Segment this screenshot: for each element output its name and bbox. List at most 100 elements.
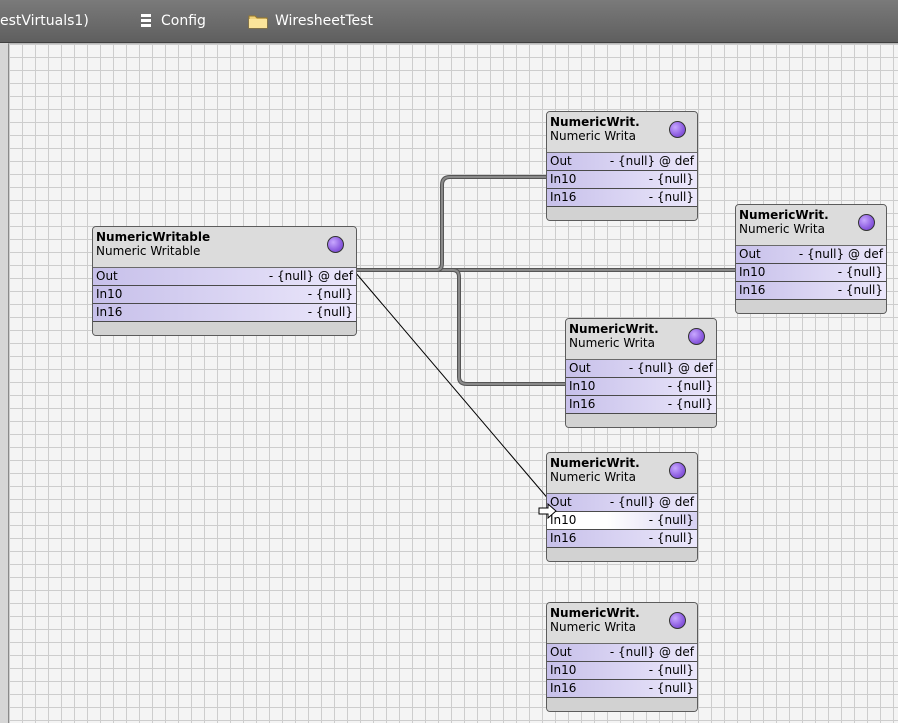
slot-name: Out [550, 645, 572, 659]
slot-in10[interactable]: In10 - {null} [736, 264, 886, 282]
status-dot-icon [858, 214, 875, 231]
node-header[interactable]: NumericWrit. Numeric Writa [736, 205, 886, 246]
node-name: NumericWrit. [569, 322, 659, 336]
slot-out[interactable]: Out - {null} @ def [547, 644, 697, 662]
numeric-writable-node[interactable]: NumericWrit. Numeric Writa Out - {null} @… [735, 204, 887, 314]
node-header[interactable]: NumericWritable Numeric Writable [93, 227, 356, 268]
slot-name: In10 [569, 379, 596, 393]
node-type: Numeric Writa [569, 336, 655, 350]
slot-in10[interactable]: In10- {null} [547, 512, 697, 530]
slot-name: Out [96, 269, 118, 283]
slot-name: In10 [739, 265, 766, 279]
status-dot-icon [688, 328, 705, 345]
slot-name: In10 [550, 663, 577, 677]
left-panel-edge [0, 43, 8, 722]
slot-in10[interactable]: In10 - {null} [547, 662, 697, 680]
node-footer [736, 300, 886, 313]
slot-value: - {null} [648, 531, 694, 545]
slot-name: In16 [739, 283, 766, 297]
slot-name: In10 [550, 172, 577, 186]
slot-value: - {null} [667, 397, 713, 411]
status-dot-icon [669, 121, 686, 138]
slot-in10[interactable]: In10 - {null} [566, 378, 716, 396]
node-type: Numeric Writa [739, 222, 825, 236]
slot-value: - {null} [648, 513, 694, 527]
node-header[interactable]: NumericWrit. Numeric Writa [547, 603, 697, 644]
breadcrumb-config[interactable]: Config [161, 13, 206, 29]
slot-name: In16 [550, 531, 577, 545]
slot-value: - {null} @ def [609, 495, 694, 509]
slot-value: - {null} [667, 379, 713, 393]
slot-name: Out [569, 361, 591, 375]
slot-value: - {null} [648, 663, 694, 677]
node-footer [547, 548, 697, 561]
slot-name: In16 [550, 681, 577, 695]
node-footer [547, 207, 697, 220]
slot-in16[interactable]: In16 - {null} [736, 282, 886, 300]
slot-in10[interactable]: In10 - {null} [547, 171, 697, 189]
slot-out[interactable]: Out - {null} @ def [566, 360, 716, 378]
breadcrumb-bar: estVirtuals1) Config WiresheetTest [0, 0, 898, 43]
slot-in16[interactable]: In16 - {null} [547, 530, 697, 548]
slot-name: In10 [96, 287, 123, 301]
node-name: NumericWrit. [550, 606, 640, 620]
wire-link [452, 268, 567, 386]
status-dot-icon [669, 462, 686, 479]
status-dot-icon [669, 612, 686, 629]
status-dot-icon [327, 236, 344, 253]
node-type: Numeric Writa [550, 470, 636, 484]
breadcrumb-station[interactable]: estVirtuals1) [0, 13, 89, 29]
node-header[interactable]: NumericWrit. Numeric Writa [566, 319, 716, 360]
slot-name: In16 [569, 397, 596, 411]
slot-value: - {null} @ def [609, 645, 694, 659]
slot-in10[interactable]: In10 - {null} [93, 286, 356, 304]
node-footer [93, 322, 356, 335]
slot-value: - {null} [837, 283, 883, 297]
node-header[interactable]: NumericWrit. Numeric Writa [547, 453, 697, 494]
numeric-writable-node[interactable]: NumericWrit. Numeric Writa Out - {null} @… [565, 318, 717, 428]
slot-name: In16 [96, 305, 123, 319]
slot-in16[interactable]: In16 - {null} [566, 396, 716, 414]
numeric-writable-node[interactable]: NumericWrit. Numeric Writa Out - {null} @… [546, 602, 698, 712]
slot-name: Out [739, 247, 761, 261]
slot-name: In16 [550, 190, 577, 204]
slot-out[interactable]: Out - {null} @ def [547, 494, 697, 512]
node-name: NumericWritable [96, 230, 211, 244]
drag-arrow-cursor-icon [538, 503, 557, 519]
numeric-writable-node[interactable]: NumericWrit. Numeric Writa Out - {null} @… [546, 111, 698, 221]
slot-value: - {null} [307, 305, 353, 319]
slot-value: - {null} @ def [798, 247, 883, 261]
slot-out[interactable]: Out - {null} @ def [93, 268, 356, 286]
slot-value: - {null} @ def [268, 269, 353, 283]
node-name: NumericWrit. [739, 208, 829, 222]
wire-link [436, 175, 548, 272]
node-footer [566, 414, 716, 427]
node-header[interactable]: NumericWrit. Numeric Writa [547, 112, 697, 153]
numeric-writable-node[interactable]: NumericWrit. Numeric Writa Out - {null} @… [546, 452, 698, 562]
folder-icon [248, 15, 268, 29]
breadcrumb-folder[interactable]: WiresheetTest [275, 13, 373, 29]
slot-in16[interactable]: In16 - {null} [547, 680, 697, 698]
node-type: Numeric Writa [550, 129, 636, 143]
wiresheet-canvas[interactable]: NumericWritable Numeric Writable Out - {n… [8, 43, 898, 723]
slot-value: - {null} @ def [609, 154, 694, 168]
slot-value: - {null} [837, 265, 883, 279]
slot-in16[interactable]: In16 - {null} [93, 304, 356, 322]
slot-value: - {null} [648, 172, 694, 186]
slot-value: - {null} [648, 190, 694, 204]
slot-out[interactable]: Out - {null} @ def [547, 153, 697, 171]
config-icon [141, 14, 151, 27]
slot-in16[interactable]: In16 - {null} [547, 189, 697, 207]
node-type: Numeric Writable [96, 244, 201, 258]
drag-link-line [354, 271, 551, 502]
numeric-writable-node[interactable]: NumericWritable Numeric Writable Out - {n… [92, 226, 357, 336]
node-name: NumericWrit. [550, 456, 640, 470]
node-footer [547, 698, 697, 711]
slot-value: - {null} [307, 287, 353, 301]
slot-out[interactable]: Out - {null} @ def [736, 246, 886, 264]
slot-value: - {null} [648, 681, 694, 695]
node-name: NumericWrit. [550, 115, 640, 129]
wire-layer [354, 175, 739, 502]
slot-name: Out [550, 154, 572, 168]
slot-value: - {null} @ def [628, 361, 713, 375]
